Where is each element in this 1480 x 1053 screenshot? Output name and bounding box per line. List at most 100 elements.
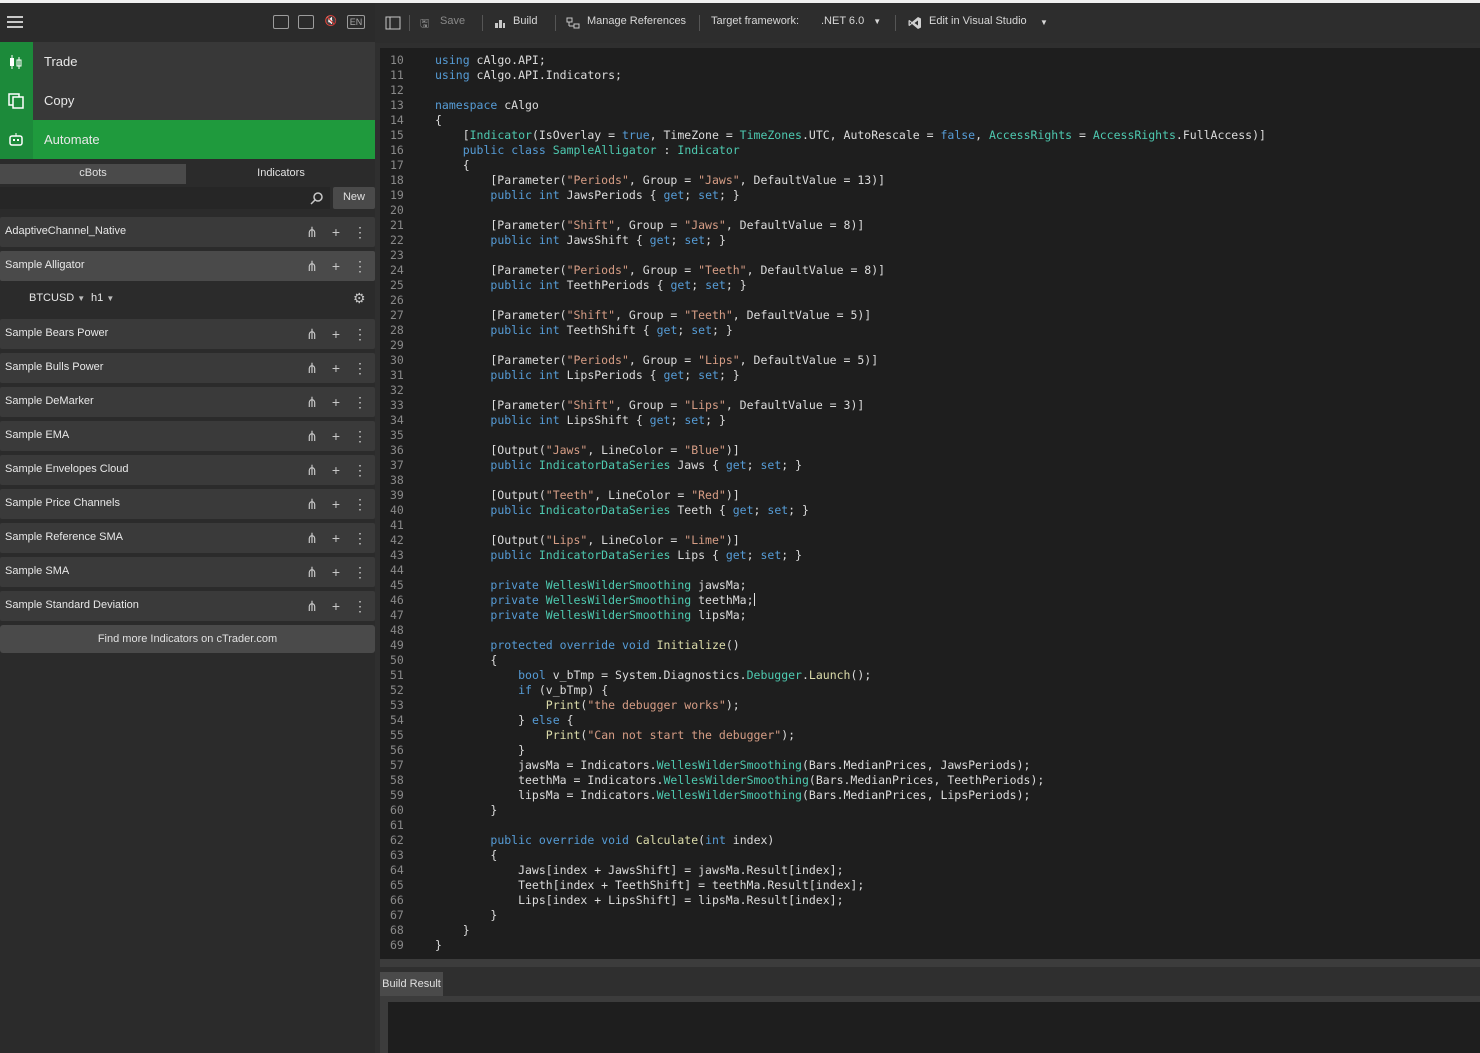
- code-line[interactable]: {: [435, 113, 442, 127]
- code-line[interactable]: public IndicatorDataSeries Teeth { get; …: [435, 503, 809, 517]
- nav-copy[interactable]: Copy: [0, 81, 375, 120]
- build-button[interactable]: Build: [513, 15, 537, 27]
- code-line[interactable]: lipsMa = Indicators.WellesWilderSmoothin…: [435, 788, 1030, 802]
- chevron-down-icon[interactable]: ▼: [1040, 18, 1048, 27]
- tab-cbots[interactable]: cBots: [0, 164, 186, 184]
- code-line[interactable]: teethMa = Indicators.WellesWilderSmoothi…: [435, 773, 1044, 787]
- code-line[interactable]: [Indicator(IsOverlay = true, TimeZone = …: [435, 128, 1266, 142]
- code-line[interactable]: Print("the debugger works");: [435, 698, 740, 712]
- instances-icon[interactable]: ⋔: [305, 462, 319, 478]
- code-line[interactable]: {: [435, 158, 470, 172]
- list-item[interactable]: Sample SMA ⋔ + ⋮: [0, 557, 375, 587]
- code-line[interactable]: [Parameter("Periods", Group = "Jaws", De…: [435, 173, 885, 187]
- code-line[interactable]: [Parameter("Shift", Group = "Lips", Defa…: [435, 398, 864, 412]
- instances-icon[interactable]: ⋔: [305, 496, 319, 512]
- instances-icon[interactable]: ⋔: [305, 564, 319, 580]
- search-input[interactable]: [0, 187, 330, 209]
- instances-icon[interactable]: ⋔: [305, 224, 319, 240]
- more-options-icon[interactable]: ⋮: [353, 462, 367, 478]
- tab-indicators[interactable]: Indicators: [187, 164, 375, 184]
- code-line[interactable]: }: [435, 923, 470, 937]
- list-item[interactable]: Sample Envelopes Cloud ⋔ + ⋮: [0, 455, 375, 485]
- panel-toggle-icon[interactable]: [385, 16, 401, 30]
- code-line[interactable]: Jaws[index + JawsShift] = jawsMa.Result[…: [435, 863, 843, 877]
- code-line[interactable]: private WellesWilderSmoothing lipsMa;: [435, 608, 746, 622]
- instances-icon[interactable]: ⋔: [305, 326, 319, 342]
- more-options-icon[interactable]: ⋮: [353, 394, 367, 410]
- code-line[interactable]: {: [435, 848, 497, 862]
- list-item[interactable]: Sample Reference SMA ⋔ + ⋮: [0, 523, 375, 553]
- code-line[interactable]: {: [435, 653, 497, 667]
- code-line[interactable]: Lips[index + LipsShift] = lipsMa.Result[…: [435, 893, 843, 907]
- code-line[interactable]: private WellesWilderSmoothing teethMa;: [435, 593, 755, 607]
- code-line[interactable]: public IndicatorDataSeries Jaws { get; s…: [435, 458, 802, 472]
- editor-splitter[interactable]: [380, 959, 1480, 967]
- code-line[interactable]: public int JawsPeriods { get; set; }: [435, 188, 739, 202]
- list-item[interactable]: AdaptiveChannel_Native ⋔ + ⋮: [0, 217, 375, 247]
- manage-references-button[interactable]: Manage References: [587, 15, 686, 27]
- code-line[interactable]: namespace cAlgo: [435, 98, 539, 112]
- instances-icon[interactable]: ⋔: [305, 360, 319, 376]
- add-instance-icon[interactable]: +: [329, 224, 343, 240]
- list-item[interactable]: Sample Standard Deviation ⋔ + ⋮: [0, 591, 375, 621]
- more-options-icon[interactable]: ⋮: [353, 496, 367, 512]
- add-instance-icon[interactable]: +: [329, 258, 343, 274]
- detach-window-icon[interactable]: [298, 15, 314, 29]
- add-instance-icon[interactable]: +: [329, 360, 343, 376]
- edit-in-visual-studio-button[interactable]: Edit in Visual Studio: [929, 15, 1027, 27]
- more-options-icon[interactable]: ⋮: [353, 428, 367, 444]
- code-line[interactable]: public int LipsPeriods { get; set; }: [435, 368, 739, 382]
- language-icon[interactable]: EN: [347, 15, 365, 29]
- code-line[interactable]: }: [435, 803, 497, 817]
- code-line[interactable]: using cAlgo.API;: [435, 53, 546, 67]
- list-item[interactable]: Sample EMA ⋔ + ⋮: [0, 421, 375, 451]
- code-line[interactable]: protected override void Initialize(): [435, 638, 739, 652]
- code-line[interactable]: public int TeethPeriods { get; set; }: [435, 278, 746, 292]
- instances-icon[interactable]: ⋔: [305, 394, 319, 410]
- symbol-selector[interactable]: BTCUSD ▼: [29, 292, 85, 304]
- code-line[interactable]: public int LipsShift { get; set; }: [435, 413, 725, 427]
- more-options-icon[interactable]: ⋮: [353, 530, 367, 546]
- code-line[interactable]: [Output("Teeth", LineColor = "Red")]: [435, 488, 739, 502]
- code-line[interactable]: if (v_bTmp) {: [435, 683, 608, 697]
- add-instance-icon[interactable]: +: [329, 530, 343, 546]
- nav-automate[interactable]: Automate: [0, 120, 375, 159]
- code-line[interactable]: }: [435, 908, 497, 922]
- instances-icon[interactable]: ⋔: [305, 530, 319, 546]
- code-line[interactable]: [Parameter("Shift", Group = "Jaws", Defa…: [435, 218, 864, 232]
- code-line[interactable]: private WellesWilderSmoothing jawsMa;: [435, 578, 746, 592]
- more-options-icon[interactable]: ⋮: [353, 326, 367, 342]
- code-line[interactable]: Print("Can not start the debugger");: [435, 728, 795, 742]
- add-instance-icon[interactable]: +: [329, 428, 343, 444]
- code-line[interactable]: public override void Calculate(int index…: [435, 833, 774, 847]
- search-icon[interactable]: [310, 191, 324, 205]
- add-instance-icon[interactable]: +: [329, 496, 343, 512]
- code-line[interactable]: }: [435, 938, 442, 952]
- instance-row[interactable]: BTCUSD ▼ h1 ▼ ⚙: [0, 284, 375, 314]
- code-line[interactable]: [Output("Jaws", LineColor = "Blue")]: [435, 443, 739, 457]
- more-options-icon[interactable]: ⋮: [353, 258, 367, 274]
- target-framework-select[interactable]: .NET 6.0 ▼: [821, 15, 881, 27]
- timeframe-selector[interactable]: h1 ▼: [91, 292, 114, 304]
- code-line[interactable]: Teeth[index + TeethShift] = teethMa.Resu…: [435, 878, 864, 892]
- nav-trade[interactable]: Trade: [0, 42, 375, 81]
- list-item[interactable]: Sample Price Channels ⋔ + ⋮: [0, 489, 375, 519]
- add-instance-icon[interactable]: +: [329, 462, 343, 478]
- code-line[interactable]: [Parameter("Shift", Group = "Teeth", Def…: [435, 308, 871, 322]
- code-line[interactable]: public class SampleAlligator : Indicator: [435, 143, 740, 157]
- save-button[interactable]: Save: [440, 15, 465, 27]
- more-options-icon[interactable]: ⋮: [353, 224, 367, 240]
- list-item[interactable]: Sample Bears Power ⋔ + ⋮: [0, 319, 375, 349]
- add-instance-icon[interactable]: +: [329, 564, 343, 580]
- hamburger-menu-icon[interactable]: [7, 16, 23, 28]
- more-options-icon[interactable]: ⋮: [353, 360, 367, 376]
- instances-icon[interactable]: ⋔: [305, 428, 319, 444]
- code-line[interactable]: jawsMa = Indicators.WellesWilderSmoothin…: [435, 758, 1030, 772]
- add-instance-icon[interactable]: +: [329, 598, 343, 614]
- code-line[interactable]: [Parameter("Periods", Group = "Lips", De…: [435, 353, 878, 367]
- add-instance-icon[interactable]: +: [329, 326, 343, 342]
- list-item[interactable]: Sample DeMarker ⋔ + ⋮: [0, 387, 375, 417]
- more-options-icon[interactable]: ⋮: [353, 564, 367, 580]
- code-line[interactable]: }: [435, 743, 525, 757]
- find-more-button[interactable]: Find more Indicators on cTrader.com: [0, 625, 375, 653]
